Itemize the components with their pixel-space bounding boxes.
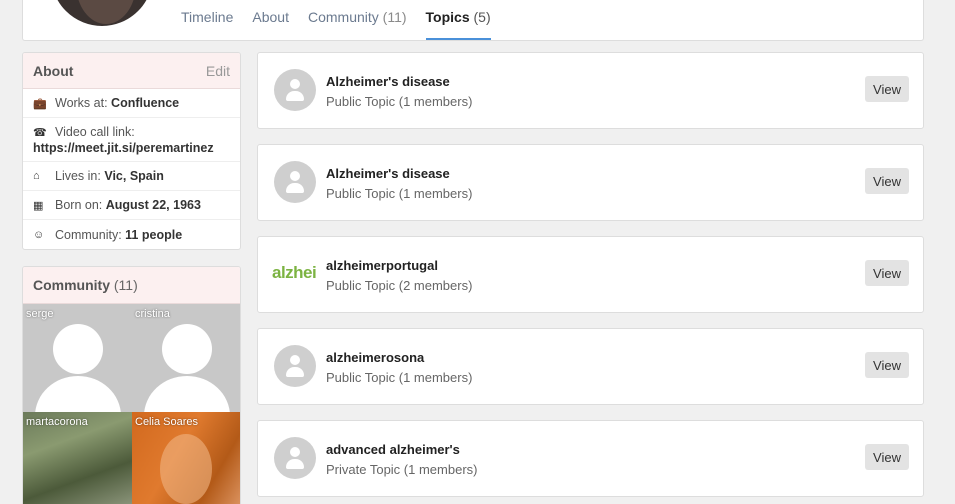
view-button[interactable]: View [865,444,909,470]
edit-about-link[interactable]: Edit [206,63,230,79]
community-label: Community: [55,227,122,242]
member-tile[interactable]: Celia Soares [132,412,240,504]
about-works-at: 💼 Works at: Confluence [23,89,240,118]
community-count: (11) [113,277,138,293]
tab-community[interactable]: Community (11) [308,0,407,40]
topic-subtitle: Public Topic (2 members) [326,278,473,293]
topic-title[interactable]: Alzheimer's disease [326,166,450,181]
member-name: cristina [135,308,170,320]
view-button[interactable]: View [865,260,909,286]
lives-value: Vic, Spain [104,169,164,183]
works-label: Works at: [55,96,108,110]
community-members: serge cristina martacorona Celia Soares [23,304,240,504]
tab-label: Community [307,9,379,25]
avatar-silhouette-icon [162,324,212,374]
member-name: martacorona [26,416,88,428]
topic-title[interactable]: alzheimerportugal [326,258,438,273]
default-avatar-icon[interactable] [274,69,316,111]
avatar-silhouette-body [144,376,230,412]
default-avatar-icon[interactable] [274,161,316,203]
community-value: 11 people [125,227,183,242]
member-name: Celia Soares [135,416,198,428]
phone-icon: ☎ [33,127,47,139]
topic-subtitle: Public Topic (1 members) [326,94,473,109]
tab-topics[interactable]: Topics (5) [425,0,491,40]
community-title-text: Community [33,277,110,293]
about-lives-in: ⌂ Lives in: Vic, Spain [23,162,240,191]
member-tile[interactable]: cristina [132,304,240,412]
scrollbar-track[interactable] [942,0,955,504]
topic-title[interactable]: advanced alzheimer's [326,442,460,457]
about-born-on: ▦ Born on: August 22, 1963 [23,191,240,220]
topic-card: Alzheimer's disease Public Topic (1 memb… [257,144,924,221]
profile-avatar [47,0,157,30]
topic-title[interactable]: alzheimerosona [326,350,424,365]
about-card-header: About Edit [23,53,240,89]
profile-header: Timeline About Community (11) Topics (5) [22,0,924,41]
topic-subtitle: Private Topic (1 members) [326,462,478,477]
avatar-silhouette-body [35,376,121,412]
topic-card: alzhei alzheimerportugal Public Topic (2… [257,236,924,313]
about-card: About Edit 💼 Works at: Confluence ☎ Video… [22,52,241,250]
tab-label: About [252,9,289,25]
member-name: serge [26,308,54,320]
tab-timeline[interactable]: Timeline [181,0,233,40]
topic-subtitle: Public Topic (1 members) [326,186,473,201]
born-value: August 22, 1963 [105,198,201,212]
born-label: Born on: [55,198,103,212]
topic-card: alzheimerosona Public Topic (1 members) … [257,328,924,405]
avatar-silhouette-icon [53,324,103,374]
profile-tabs: Timeline About Community (11) Topics (5) [181,0,510,41]
home-icon: ⌂ [33,170,40,182]
view-button[interactable]: View [865,76,909,102]
default-avatar-icon[interactable] [274,437,316,479]
topic-subtitle: Public Topic (1 members) [326,370,473,385]
view-button[interactable]: View [865,168,909,194]
topic-card: Alzheimer's disease Public Topic (1 memb… [257,52,924,129]
video-label: Video call link: [55,125,135,139]
calendar-icon: ▦ [33,199,44,212]
member-tile[interactable]: serge [23,304,132,412]
briefcase-icon: 💼 [33,97,47,110]
topic-card: advanced alzheimer's Private Topic (1 me… [257,420,924,497]
default-avatar-icon[interactable] [274,345,316,387]
works-value: Confluence [111,96,180,110]
member-tile[interactable]: martacorona [23,412,132,504]
lives-label: Lives in: [55,169,101,183]
people-icon: ☺ [33,228,45,241]
topic-title[interactable]: Alzheimer's disease [326,74,450,89]
tab-count: (5) [473,9,491,25]
tab-count: (11) [382,9,407,25]
about-title: About [33,62,74,79]
video-link[interactable]: https://meet.jit.si/peremartinez [33,141,214,155]
tab-label: Topics [425,9,470,25]
topic-logo[interactable]: alzhei [272,263,318,285]
view-button[interactable]: View [865,352,909,378]
tab-label: Timeline [181,9,234,25]
community-card-header: Community (11) [23,267,240,304]
community-title[interactable]: Community (11) [33,277,138,293]
tab-about[interactable]: About [252,0,289,40]
community-card: Community (11) serge cristina martacoron… [22,266,241,504]
about-video-call: ☎ Video call link: https://meet.jit.si/pe… [23,118,240,162]
about-community: ☺ Community: 11 people [23,220,240,249]
